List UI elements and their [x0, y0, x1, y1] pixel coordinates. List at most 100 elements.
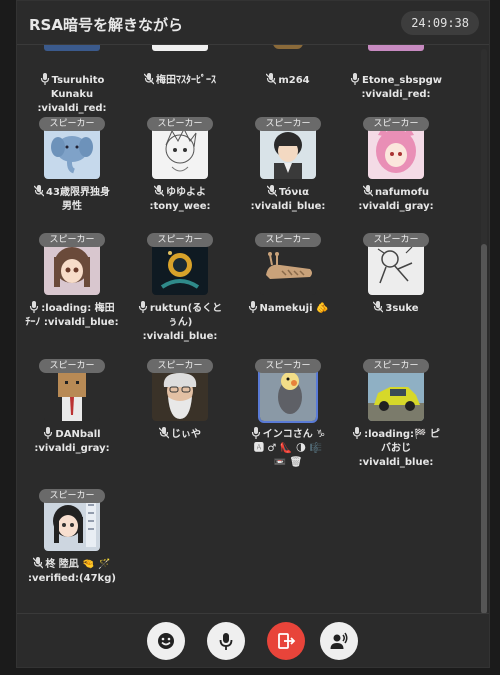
- participant-name: 梅田ﾏｽﾀｰﾋﾟｰｽ: [125, 59, 235, 88]
- voice-room-window: RSA暗号を解きながら 24:09:38 Tsuruhito Kunaku :v…: [16, 0, 490, 668]
- avatar: [260, 123, 316, 179]
- scrollbar-thumb[interactable]: [481, 244, 487, 614]
- request-speak-button[interactable]: [320, 622, 358, 660]
- avatar: [44, 45, 100, 51]
- speaker-badge: スピーカー: [39, 489, 105, 503]
- participant-name: Tsuruhito Kunaku :vivaldi_red:: [37, 73, 107, 114]
- participant-name-text: ruktun(るくと ぅん) :vivaldi_blue:: [142, 303, 223, 342]
- participant-card[interactable]: スピーカー柊 陸凪 🤏 🪄 :verified:(47kg): [17, 489, 127, 599]
- avatar: [44, 123, 100, 179]
- speaker-badge: スピーカー: [255, 359, 321, 373]
- room-title: RSA暗号を解きながら: [29, 16, 183, 34]
- participant-name: ゆゆよよ :tony_wee:: [125, 185, 235, 214]
- participant-grid: Tsuruhito Kunaku :vivaldi_red: 梅田ﾏｽﾀｰﾋﾟｰ…: [17, 45, 483, 615]
- speaker-badge: スピーカー: [39, 233, 105, 247]
- participant-name-text: インコさん ♑ 🅰 ♂ 👠 🌗 🎼 📼 🗑: [253, 429, 326, 468]
- speaker-badge: スピーカー: [147, 117, 213, 131]
- scrollbar[interactable]: [481, 49, 487, 614]
- participant-name: ruktun(るくと ぅん) :vivaldi_blue:: [125, 301, 235, 344]
- participant-card[interactable]: スピーカー Tóνια :vivaldi_blue:: [233, 117, 343, 227]
- timer-badge: 24:09:38: [401, 11, 479, 35]
- participant-name: Namekuji 🫵: [233, 301, 343, 316]
- mic-icon: [248, 301, 257, 313]
- participant-name: 3suke: [341, 301, 451, 316]
- participant-name-text: :loading: 梅田 ﾁｰﾉ :vivaldi_blue:: [25, 303, 119, 328]
- avatar: [152, 365, 208, 421]
- avatar: [273, 45, 303, 49]
- participant-name: DANball :vivaldi_gray:: [17, 427, 127, 456]
- mic-icon: [352, 427, 362, 439]
- speaker-badge: スピーカー: [39, 359, 105, 373]
- participant-name: Etone_sbspgw :vivaldi_red:: [341, 59, 451, 102]
- participant-card[interactable]: スピーカー nafumofu :vivaldi_gray:: [341, 117, 451, 227]
- avatar: [258, 363, 318, 423]
- participant-name-text: :loading:🏁 ピ バおじ :vivaldi_blue:: [358, 429, 440, 468]
- participant-name-text: Tóνια :vivaldi_blue:: [250, 187, 326, 212]
- leave-room-button[interactable]: [267, 622, 305, 660]
- avatar: [152, 239, 208, 295]
- mic-muted-icon: [266, 73, 277, 85]
- participant-name: インコさん ♑ 🅰 ♂ 👠 🌗 🎼 📼 🗑: [233, 427, 343, 470]
- participant-name: じぃや: [125, 427, 235, 442]
- mic-muted-icon: [34, 185, 45, 197]
- participant-card[interactable]: スピーカー :loading: 梅田 ﾁｰﾉ :vivaldi_blue:: [17, 233, 127, 343]
- footer-toolbar: [17, 613, 489, 667]
- participant-card[interactable]: スピーカーゆゆよよ :tony_wee:: [125, 117, 235, 227]
- avatar: [368, 45, 424, 51]
- microphone-button[interactable]: [207, 622, 245, 660]
- participant-name-text: 43歳限界独身 男性: [46, 187, 110, 212]
- participant-card[interactable]: Etone_sbspgw :vivaldi_red:: [341, 45, 451, 109]
- speaker-badge: スピーカー: [363, 359, 429, 373]
- speaker-badge: スピーカー: [39, 117, 105, 131]
- mic-icon: [350, 73, 360, 85]
- avatar: [44, 495, 100, 551]
- mic-muted-icon: [362, 185, 373, 197]
- participant-card[interactable]: スピーカー :loading:🏁 ピ バおじ :vivaldi_blue:: [341, 359, 451, 469]
- participant-card[interactable]: スピーカーじぃや: [125, 359, 235, 469]
- participant-name: Tóνια :vivaldi_blue:: [233, 185, 343, 214]
- avatar: [368, 239, 424, 295]
- participant-name: :loading:🏁 ピ バおじ :vivaldi_blue:: [341, 427, 451, 470]
- mic-muted-icon: [267, 185, 278, 197]
- participant-card[interactable]: スピーカー ruktun(るくと ぅん) :vivaldi_blue:: [125, 233, 235, 343]
- participant-name: 43歳限界独身 男性: [17, 185, 127, 214]
- participant-name: :loading: 梅田 ﾁｰﾉ :vivaldi_blue:: [17, 301, 127, 330]
- participant-card[interactable]: Tsuruhito Kunaku :vivaldi_red:: [17, 45, 127, 114]
- smiley-icon: [158, 633, 174, 649]
- header: RSA暗号を解きながら 24:09:38: [17, 1, 489, 45]
- participant-card[interactable]: m264: [233, 45, 343, 109]
- mic-muted-icon: [144, 73, 154, 85]
- mic-muted-icon: [33, 557, 44, 569]
- speaker-badge: スピーカー: [255, 117, 321, 131]
- participant-card[interactable]: スピーカーインコさん ♑ 🅰 ♂ 👠 🌗 🎼 📼 🗑: [233, 359, 343, 469]
- emoji-reaction-button[interactable]: [147, 622, 185, 660]
- participant-name-text: 3suke: [385, 303, 419, 314]
- exit-icon: [278, 633, 296, 649]
- mic-muted-icon: [159, 427, 169, 439]
- avatar: [152, 45, 208, 51]
- mic-icon: [40, 73, 49, 85]
- avatar: [368, 365, 424, 421]
- participant-name: nafumofu :vivaldi_gray:: [341, 185, 451, 214]
- participant-card[interactable]: スピーカー 3suke: [341, 233, 451, 343]
- avatar: [44, 365, 100, 421]
- mic-icon: [44, 427, 53, 439]
- mic-icon: [138, 301, 147, 313]
- speaker-badge: スピーカー: [147, 359, 213, 373]
- mic-icon: [251, 427, 260, 439]
- participant-card[interactable]: スピーカー DANball :vivaldi_gray:: [17, 359, 127, 469]
- participant-card[interactable]: 梅田ﾏｽﾀｰﾋﾟｰｽ: [125, 45, 235, 109]
- avatar: [368, 123, 424, 179]
- avatar: [260, 239, 316, 295]
- speaker-badge: スピーカー: [255, 233, 321, 247]
- microphone-icon: [219, 633, 233, 650]
- participant-card[interactable]: スピーカー 43歳限界独身 男性: [17, 117, 127, 227]
- participant-name: m264: [233, 59, 343, 88]
- mic-icon: [30, 301, 39, 313]
- speaker-person-icon: [330, 632, 348, 649]
- speaker-badge: スピーカー: [363, 233, 429, 247]
- participant-name-text: Namekuji 🫵: [259, 303, 329, 314]
- mic-muted-icon: [154, 185, 164, 197]
- participant-name-text: じぃや: [171, 429, 201, 440]
- participant-card[interactable]: スピーカー Namekuji 🫵: [233, 233, 343, 343]
